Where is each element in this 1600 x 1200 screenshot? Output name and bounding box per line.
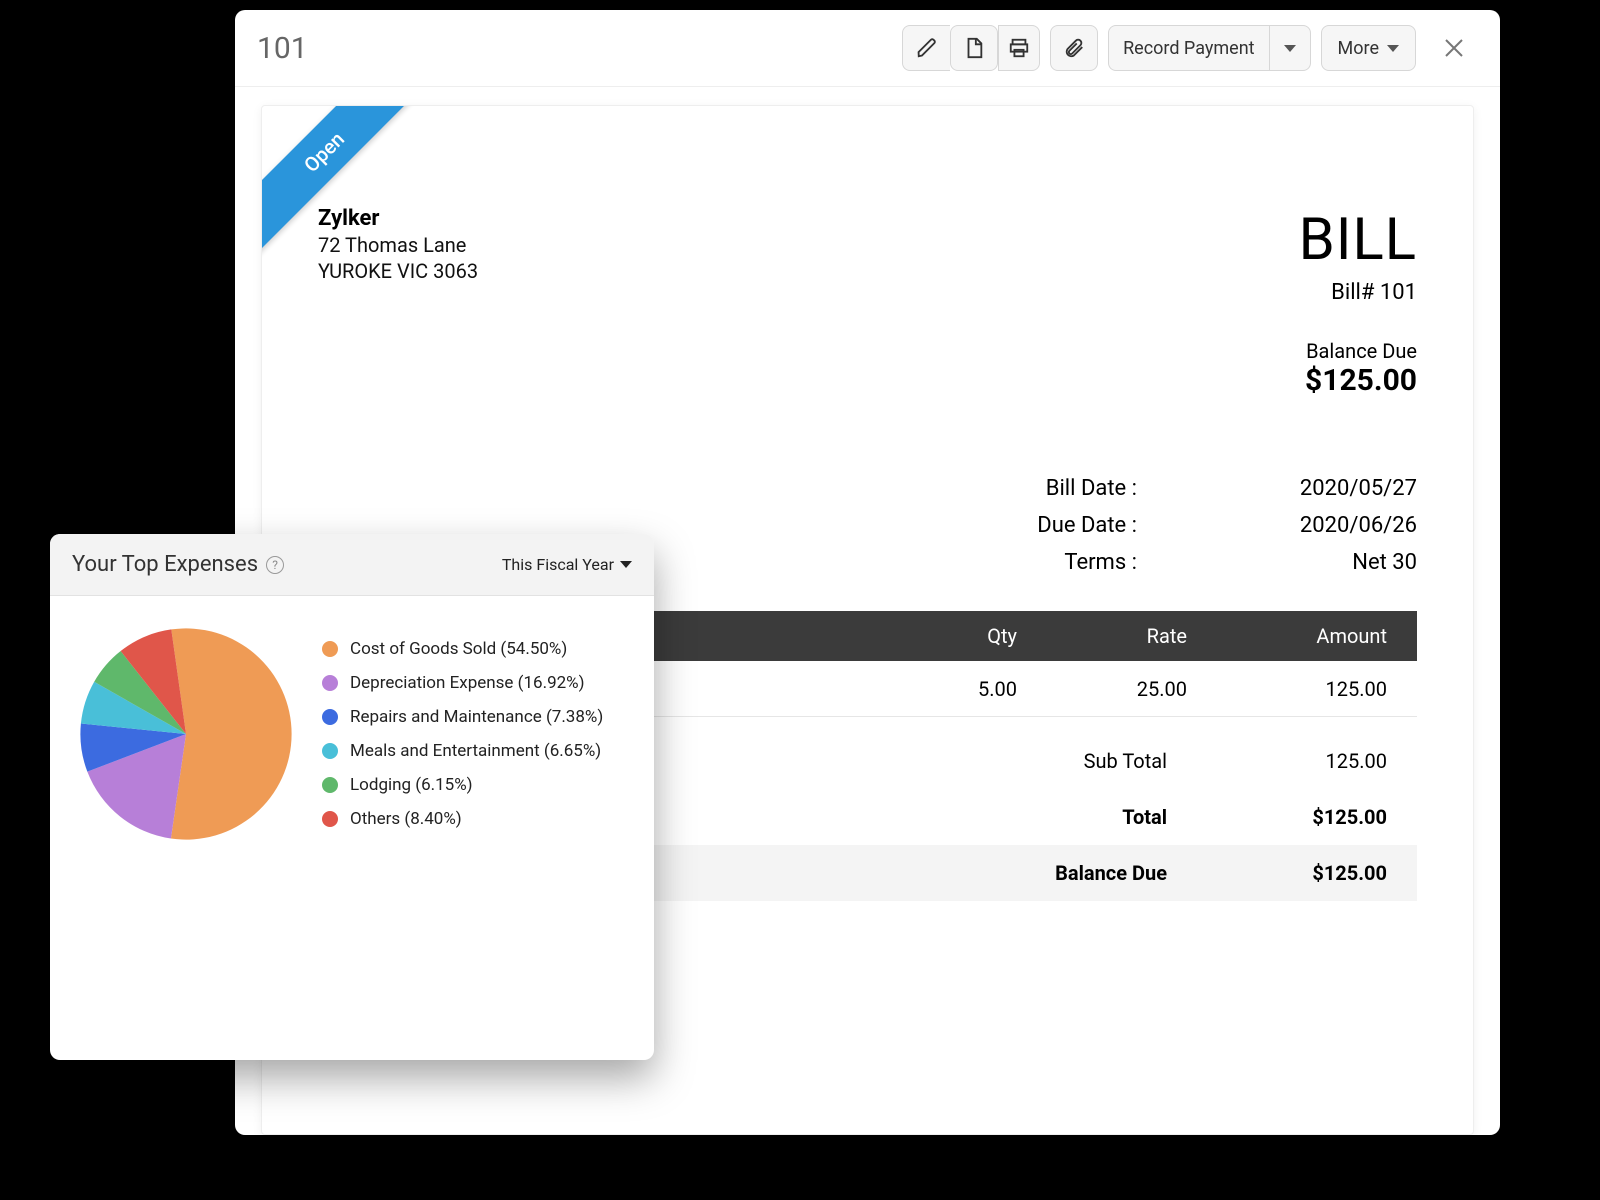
- toolbar-icon-group: [902, 25, 1040, 71]
- period-label: This Fiscal Year: [502, 555, 614, 574]
- swatch-icon: [322, 675, 338, 691]
- cell-rate: 25.00: [1097, 677, 1187, 701]
- period-selector[interactable]: This Fiscal Year: [502, 555, 632, 574]
- legend-label: Cost of Goods Sold (54.50%): [350, 639, 567, 659]
- close-icon: [1442, 36, 1466, 60]
- cell-qty: 5.00: [937, 677, 1017, 701]
- legend-label: Repairs and Maintenance (7.38%): [350, 707, 603, 727]
- more-button[interactable]: More: [1321, 25, 1416, 71]
- record-payment-label: Record Payment: [1123, 38, 1254, 59]
- col-qty: Qty: [937, 624, 1017, 648]
- top-expenses-card: Your Top Expenses ? This Fiscal Year Cos…: [50, 534, 654, 1060]
- paperclip-icon: [1063, 37, 1085, 59]
- legend-item: Others (8.40%): [322, 809, 603, 829]
- record-payment-dropdown[interactable]: [1269, 25, 1311, 71]
- legend-item: Depreciation Expense (16.92%): [322, 673, 603, 693]
- balance-due-row-label: Balance Due: [917, 861, 1237, 885]
- expenses-pie-chart: [76, 624, 296, 844]
- subtotal-label: Sub Total: [917, 749, 1237, 773]
- legend-label: Meals and Entertainment (6.65%): [350, 741, 601, 761]
- col-amount: Amount: [1267, 624, 1387, 648]
- legend-item: Repairs and Maintenance (7.38%): [322, 707, 603, 727]
- top-expenses-header: Your Top Expenses ? This Fiscal Year: [50, 534, 654, 596]
- total-label: Total: [917, 805, 1237, 829]
- more-label: More: [1338, 38, 1379, 59]
- pdf-button[interactable]: [950, 25, 998, 71]
- print-button[interactable]: [998, 25, 1040, 71]
- legend-label: Depreciation Expense (16.92%): [350, 673, 585, 693]
- due-date-value: 2020/06/26: [1237, 513, 1417, 538]
- chevron-down-icon: [620, 561, 632, 568]
- top-expenses-title: Your Top Expenses: [72, 552, 258, 577]
- balance-due-row-value: $125.00: [1237, 861, 1387, 885]
- toolbar: 101: [235, 10, 1500, 87]
- pdf-icon: [963, 37, 985, 59]
- bill-number: Bill# 101: [1299, 280, 1417, 305]
- due-date-label: Due Date :: [957, 513, 1137, 538]
- help-icon[interactable]: ?: [266, 556, 284, 574]
- balance-due-value: $125.00: [1299, 363, 1417, 398]
- swatch-icon: [322, 777, 338, 793]
- record-payment-button[interactable]: Record Payment: [1108, 25, 1268, 71]
- chevron-down-icon: [1284, 45, 1296, 52]
- close-button[interactable]: [1430, 24, 1478, 72]
- pie-slice: [171, 628, 292, 839]
- cell-amount: 125.00: [1267, 677, 1387, 701]
- printer-icon: [1008, 37, 1030, 59]
- terms-label: Terms :: [957, 550, 1137, 575]
- status-ribbon: Open: [261, 105, 430, 261]
- pencil-icon: [916, 37, 938, 59]
- expenses-legend: Cost of Goods Sold (54.50%) Depreciation…: [322, 639, 603, 829]
- total-value: $125.00: [1237, 805, 1387, 829]
- record-payment-group: Record Payment: [1108, 25, 1310, 71]
- doc-type: BILL: [1299, 206, 1417, 274]
- legend-label: Others (8.40%): [350, 809, 462, 829]
- attach-button[interactable]: [1050, 25, 1098, 71]
- bill-date-label: Bill Date :: [957, 476, 1137, 501]
- legend-item: Meals and Entertainment (6.65%): [322, 741, 603, 761]
- swatch-icon: [322, 709, 338, 725]
- chevron-down-icon: [1387, 45, 1399, 52]
- swatch-icon: [322, 743, 338, 759]
- col-rate: Rate: [1097, 624, 1187, 648]
- page-title: 101: [257, 31, 308, 66]
- terms-value: Net 30: [1237, 550, 1417, 575]
- bill-date-value: 2020/05/27: [1237, 476, 1417, 501]
- swatch-icon: [322, 811, 338, 827]
- subtotal-value: 125.00: [1237, 749, 1387, 773]
- legend-label: Lodging (6.15%): [350, 775, 473, 795]
- status-ribbon-wrap: Open: [261, 105, 430, 274]
- legend-item: Lodging (6.15%): [322, 775, 603, 795]
- swatch-icon: [322, 641, 338, 657]
- edit-button[interactable]: [902, 25, 950, 71]
- legend-item: Cost of Goods Sold (54.50%): [322, 639, 603, 659]
- balance-due-label: Balance Due: [1299, 339, 1417, 363]
